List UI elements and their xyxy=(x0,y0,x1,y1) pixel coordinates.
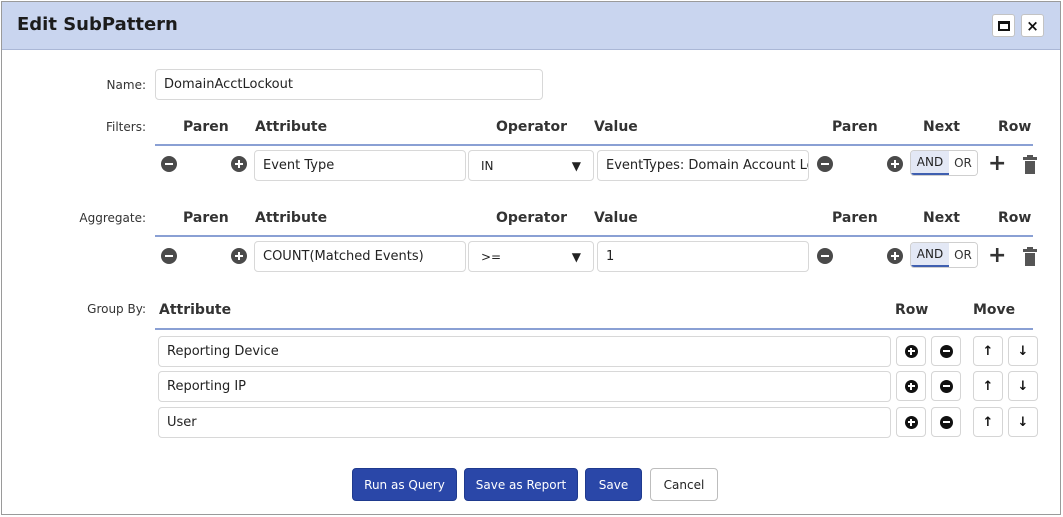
aggregate-header-row: Row xyxy=(998,210,1032,226)
arrow-up-icon: ↑ xyxy=(982,343,994,359)
filters-header-next: Next xyxy=(923,119,960,135)
group-by-header-divider xyxy=(155,328,1033,330)
save-button[interactable]: Save xyxy=(585,468,642,501)
filters-header-attribute: Attribute xyxy=(255,119,328,135)
aggregate-header-operator: Operator xyxy=(496,210,567,226)
aggregate-operator-select[interactable]: >= ▼ xyxy=(468,241,594,272)
minus-circle-icon xyxy=(939,415,953,429)
move-down-button[interactable]: ↓ xyxy=(1008,407,1038,437)
filters-header-paren-right: Paren xyxy=(832,119,878,135)
arrow-up-icon: ↑ xyxy=(982,378,994,394)
name-label: Name: xyxy=(106,78,146,92)
group-by-label: Group By: xyxy=(87,302,146,316)
aggregate-add-row-icon[interactable]: + xyxy=(988,245,1006,267)
name-input[interactable]: DomainAcctLockout xyxy=(155,69,543,100)
filter-value-input[interactable]: EventTypes: Domain Account Loc xyxy=(597,150,809,181)
move-down-button[interactable]: ↓ xyxy=(1008,336,1038,366)
arrow-down-icon: ↓ xyxy=(1017,343,1029,359)
group-by-remove-row-button[interactable] xyxy=(931,371,961,401)
minus-circle-icon xyxy=(939,379,953,393)
filter-add-row-icon[interactable]: + xyxy=(988,153,1006,175)
group-by-attribute-input[interactable]: Reporting IP xyxy=(158,371,891,402)
plus-circle-icon xyxy=(904,344,918,358)
filters-header-operator: Operator xyxy=(496,119,567,135)
aggregate-header-attribute: Attribute xyxy=(255,210,328,226)
group-by-add-row-button[interactable] xyxy=(896,371,926,401)
filters-header-divider xyxy=(155,144,1033,146)
aggregate-header-value: Value xyxy=(594,210,638,226)
add-paren-left-icon[interactable] xyxy=(231,248,247,264)
close-button[interactable]: × xyxy=(1021,14,1044,37)
aggregate-operator-value: >= xyxy=(481,249,502,264)
filter-delete-row-icon[interactable] xyxy=(1023,155,1037,174)
filter-attribute-input[interactable]: Event Type xyxy=(254,150,466,181)
title-bar: Edit SubPattern × xyxy=(2,2,1060,50)
add-paren-right-icon[interactable] xyxy=(887,156,903,172)
filters-label: Filters: xyxy=(105,120,146,134)
edit-subpattern-dialog: Edit SubPattern × Name: DomainAcctLockou… xyxy=(1,1,1061,515)
arrow-up-icon: ↑ xyxy=(982,414,994,430)
maximize-button[interactable] xyxy=(992,14,1015,37)
plus-circle-icon xyxy=(904,379,918,393)
add-paren-left-icon[interactable] xyxy=(231,156,247,172)
arrow-down-icon: ↓ xyxy=(1017,378,1029,394)
aggregate-attribute-input[interactable]: COUNT(Matched Events) xyxy=(254,241,466,272)
move-up-button[interactable]: ↑ xyxy=(973,407,1003,437)
save-as-report-button[interactable]: Save as Report xyxy=(464,468,578,501)
group-by-attribute-input[interactable]: User xyxy=(158,407,891,438)
remove-paren-left-icon[interactable] xyxy=(161,248,177,264)
filter-operator-select[interactable]: IN ▼ xyxy=(468,150,594,181)
filter-and-button[interactable]: AND xyxy=(911,151,949,175)
group-by-remove-row-button[interactable] xyxy=(931,407,961,437)
aggregate-or-button[interactable]: OR xyxy=(949,243,977,267)
move-up-button[interactable]: ↑ xyxy=(973,371,1003,401)
group-by-remove-row-button[interactable] xyxy=(931,336,961,366)
filters-header-paren-left: Paren xyxy=(183,119,229,135)
minus-circle-icon xyxy=(939,344,953,358)
maximize-icon xyxy=(997,20,1010,31)
dialog-title: Edit SubPattern xyxy=(17,14,178,35)
run-as-query-button[interactable]: Run as Query xyxy=(352,468,457,501)
group-by-header-move: Move xyxy=(973,302,1016,318)
remove-paren-left-icon[interactable] xyxy=(161,156,177,172)
aggregate-delete-row-icon[interactable] xyxy=(1023,247,1037,266)
group-by-header-attribute: Attribute xyxy=(159,302,232,318)
move-up-button[interactable]: ↑ xyxy=(973,336,1003,366)
filter-or-button[interactable]: OR xyxy=(949,151,977,175)
aggregate-and-or-toggle: AND OR xyxy=(910,242,978,268)
chevron-down-icon: ▼ xyxy=(571,249,581,264)
aggregate-header-paren-left: Paren xyxy=(183,210,229,226)
filter-operator-value: IN xyxy=(481,158,494,173)
aggregate-header-divider xyxy=(155,235,1033,237)
close-icon: × xyxy=(1026,16,1039,35)
chevron-down-icon: ▼ xyxy=(571,158,581,173)
group-by-add-row-button[interactable] xyxy=(896,336,926,366)
filter-and-or-toggle: AND OR xyxy=(910,150,978,176)
aggregate-value-input[interactable]: 1 xyxy=(597,241,809,272)
add-paren-right-icon[interactable] xyxy=(887,248,903,264)
group-by-header-row: Row xyxy=(895,302,929,318)
filters-header-value: Value xyxy=(594,119,638,135)
cancel-button[interactable]: Cancel xyxy=(650,468,718,501)
group-by-attribute-input[interactable]: Reporting Device xyxy=(158,336,891,367)
arrow-down-icon: ↓ xyxy=(1017,414,1029,430)
aggregate-label: Aggregate: xyxy=(79,211,146,225)
aggregate-header-paren-right: Paren xyxy=(832,210,878,226)
remove-paren-right-icon[interactable] xyxy=(817,248,833,264)
remove-paren-right-icon[interactable] xyxy=(817,156,833,172)
group-by-add-row-button[interactable] xyxy=(896,407,926,437)
plus-circle-icon xyxy=(904,415,918,429)
filters-header-row: Row xyxy=(998,119,1032,135)
move-down-button[interactable]: ↓ xyxy=(1008,371,1038,401)
aggregate-and-button[interactable]: AND xyxy=(911,243,949,267)
aggregate-header-next: Next xyxy=(923,210,960,226)
